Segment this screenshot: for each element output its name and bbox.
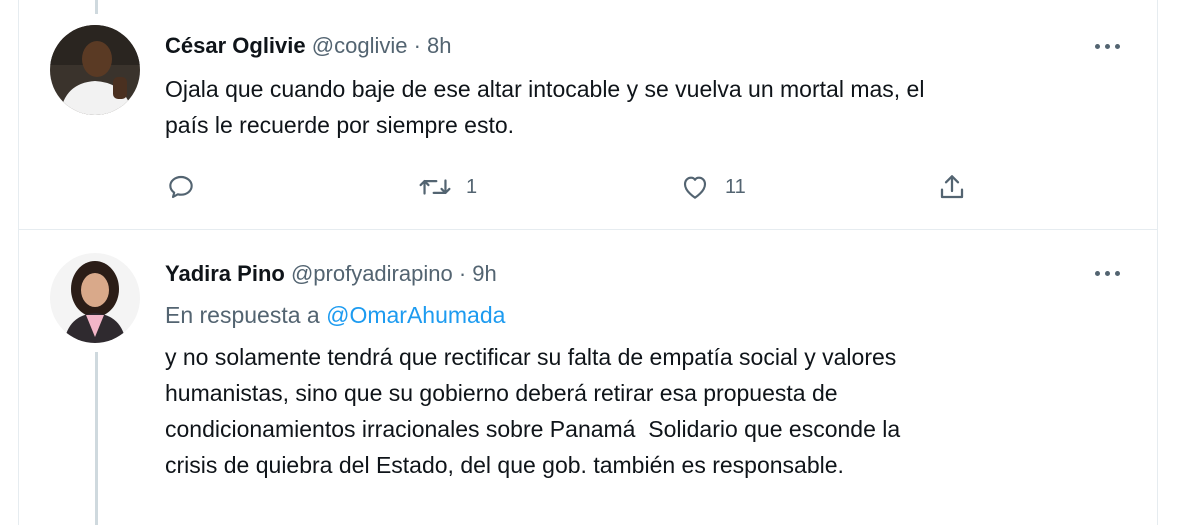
tweet-text-line: crisis de quiebra del Estado, del que go… [165,452,844,478]
retweet-button[interactable]: 1 [418,171,477,203]
thread-connector-line [95,0,98,14]
avatar[interactable] [50,25,140,115]
timestamp[interactable]: 9h [472,261,496,286]
reply-prefix: En respuesta a [165,302,320,328]
avatar[interactable] [50,253,140,343]
avatar-image [50,253,140,343]
timestamp[interactable]: 8h [427,33,451,58]
like-count: 11 [725,175,746,198]
more-options-icon[interactable] [1093,268,1123,280]
tweet-text-line: humanistas, sino que su gobierno deberá … [165,380,838,406]
more-options-icon[interactable] [1093,41,1123,53]
user-handle[interactable]: @coglivie [312,33,408,58]
tweet-text: Ojala que cuando baje de ese altar intoc… [165,71,1125,143]
retweet-icon [419,179,451,195]
tweet-divider [18,229,1157,230]
tweet-header: César Oglivie @coglivie · 8h [165,33,452,59]
separator-dot: · [413,33,421,58]
display-name[interactable]: César Oglivie [165,33,306,58]
reply-button[interactable] [165,171,197,203]
display-name[interactable]: Yadira Pino [165,261,285,286]
tweet-text-line: Ojala que cuando baje de ese altar intoc… [165,76,925,102]
retweet-count: 1 [466,175,478,198]
share-icon [940,175,964,199]
tweet-text: y no solamente tendrá que rectificar su … [165,339,1125,483]
tweet-text-line: condicionamientos irracionales sobre Pan… [165,416,901,442]
share-button[interactable] [936,171,968,203]
reply-mention-link[interactable]: @OmarAhumada [326,302,505,328]
like-button[interactable]: 11 [679,171,746,203]
thread-connector-line [95,352,98,525]
reply-icon [169,175,193,199]
heart-icon [683,176,707,199]
tweet-text-line: país le recuerde por siempre esto. [165,112,515,138]
user-handle[interactable]: @profyadirapino [291,261,453,286]
tweet-header: Yadira Pino @profyadirapino · 9h [165,261,497,287]
reply-context: En respuesta a @OmarAhumada [165,302,505,329]
tweet-text-line: y no solamente tendrá que rectificar su … [165,344,897,370]
separator-dot: · [458,261,467,286]
avatar-image [50,25,140,115]
